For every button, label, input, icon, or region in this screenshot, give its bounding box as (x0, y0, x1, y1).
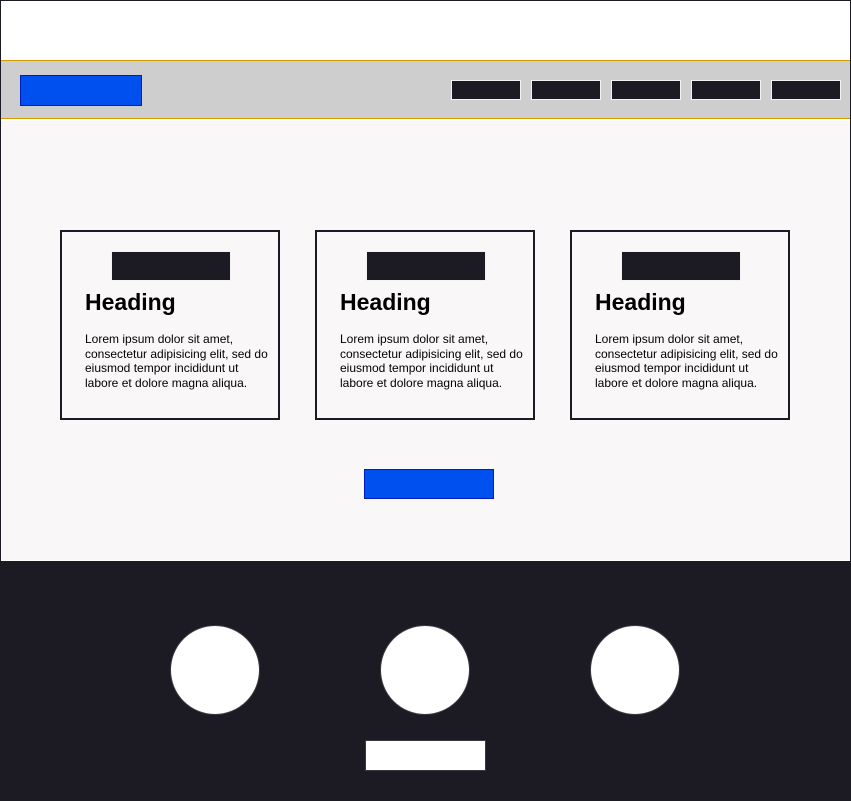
footer (1, 561, 850, 800)
nav-link-5[interactable] (771, 80, 841, 100)
cta-button[interactable] (364, 469, 494, 499)
nav-link-4[interactable] (691, 80, 761, 100)
feature-card-1: Heading Lorem ipsum dolor sit amet, cons… (60, 230, 280, 420)
card-heading: Heading (595, 289, 686, 315)
social-icon-1[interactable] (170, 625, 260, 715)
nav-link-2[interactable] (531, 80, 601, 100)
card-text: Lorem ipsum dolor sit amet, consectetur … (85, 332, 268, 390)
feature-card-2: Heading Lorem ipsum dolor sit amet, cons… (315, 230, 535, 420)
main-section: Heading Lorem ipsum dolor sit amet, cons… (1, 121, 850, 560)
navbar (1, 60, 850, 119)
logo-placeholder[interactable] (20, 75, 142, 106)
footer-link-block[interactable] (365, 740, 486, 771)
nav-link-3[interactable] (611, 80, 681, 100)
card-text: Lorem ipsum dolor sit amet, consectetur … (340, 332, 523, 390)
nav-links (451, 80, 841, 100)
card-image-placeholder (366, 251, 486, 281)
card-image-placeholder (111, 251, 231, 281)
feature-card-3: Heading Lorem ipsum dolor sit amet, cons… (570, 230, 790, 420)
card-heading: Heading (85, 289, 176, 315)
social-icon-3[interactable] (590, 625, 680, 715)
card-text: Lorem ipsum dolor sit amet, consectetur … (595, 332, 778, 390)
card-image-placeholder (621, 251, 741, 281)
nav-link-1[interactable] (451, 80, 521, 100)
card-heading: Heading (340, 289, 431, 315)
social-icon-2[interactable] (380, 625, 470, 715)
